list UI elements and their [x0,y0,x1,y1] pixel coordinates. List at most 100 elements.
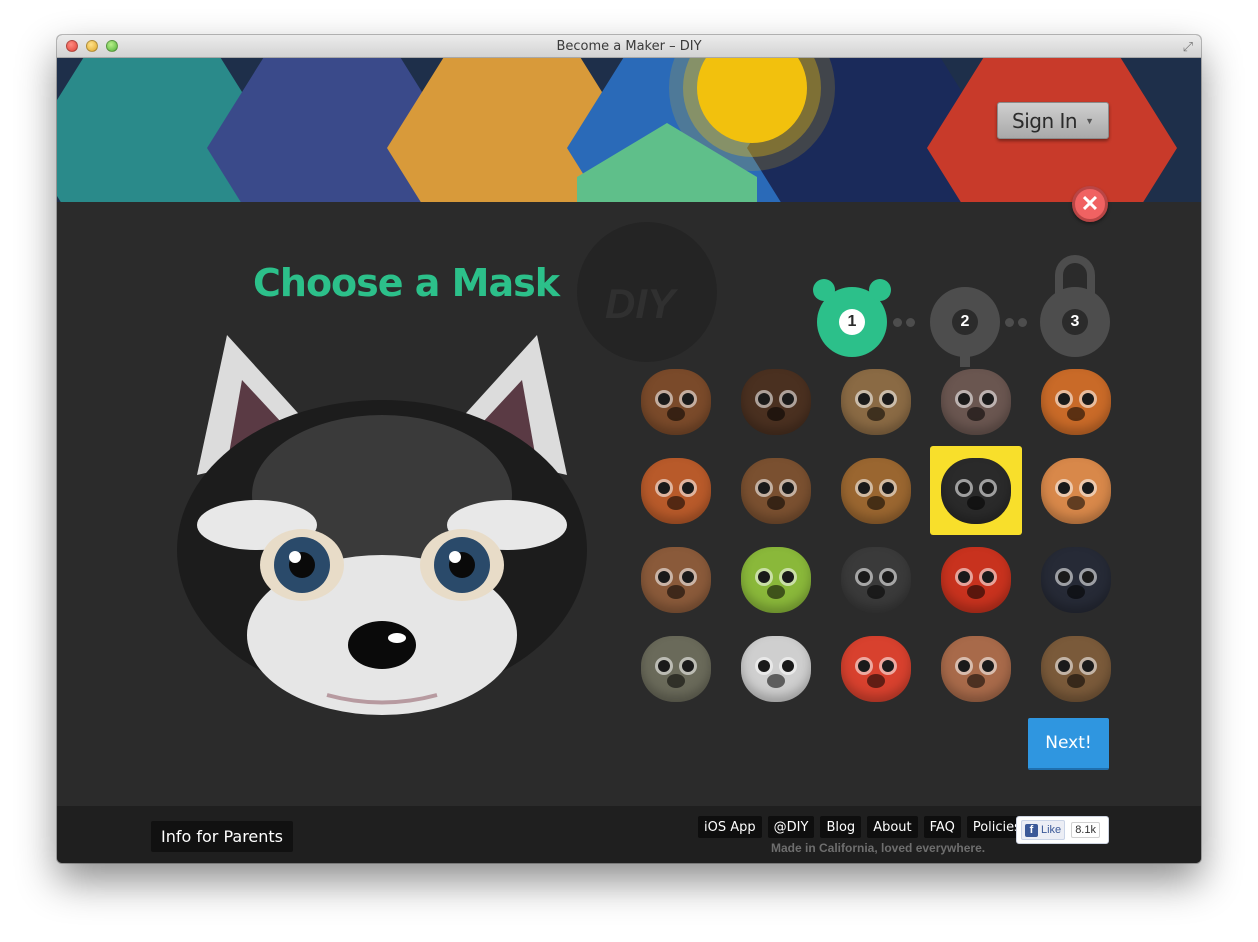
mask-snout [667,495,685,510]
step-connector [893,318,915,327]
browser-window: Become a Maker – DIY ⤢ Sign In ▼ DIY ✕ C… [57,35,1201,863]
footer-link-ios-app[interactable]: iOS App [698,816,762,838]
frog-mask-icon [1041,457,1111,524]
step-1-number: 1 [839,309,865,335]
footer-link-about[interactable]: About [867,816,918,838]
nose [348,621,416,669]
mask-snout [767,406,785,421]
next-button[interactable]: Next! [1028,718,1109,770]
bison-mask-icon [741,368,811,435]
mask-snout [867,406,885,421]
nose-highlight [388,633,406,643]
facebook-like-count: 8.1k [1071,822,1100,838]
dragon-mask-icon [941,635,1011,702]
bear-ear-icon [869,279,891,301]
mask-grid [630,357,1122,713]
mask-option-bird[interactable] [630,535,722,624]
mask-option-cardinal[interactable] [930,535,1022,624]
page-title: Choose a Mask [253,261,560,305]
mask-snout [967,406,985,421]
mask-option-otter[interactable] [1030,624,1122,713]
owl-mask-icon [841,457,911,524]
step-connector [1005,318,1027,327]
mask-option-fox[interactable] [1030,357,1122,446]
close-modal-button[interactable]: ✕ [1072,186,1108,222]
title-bar: Become a Maker – DIY ⤢ [57,35,1201,58]
right-eye-highlight [449,551,461,563]
mask-option-raccoon[interactable] [930,446,1022,535]
mask-option-falcon[interactable] [630,624,722,713]
mask-snout [867,584,885,599]
fullscreen-icon[interactable]: ⤢ [1183,39,1193,55]
step-3-number: 3 [1062,309,1088,335]
mask-snout [667,673,685,688]
header-banner: Sign In ▼ [57,58,1201,202]
mask-option-parrot[interactable] [730,535,822,624]
mask-snout [967,584,985,599]
ladybug-mask-icon [841,635,911,702]
footer-link-faq[interactable]: FAQ [923,816,961,838]
mask-option-wolf[interactable] [930,357,1022,446]
ant-mask-icon [841,546,911,613]
bear-mask-icon [641,368,711,435]
step-3-indicator: 3 [1040,287,1110,357]
eagle-mask-icon [641,457,711,524]
lynx-mask-icon [841,368,911,435]
bear-ear-icon [813,279,835,301]
mask-option-ladybug[interactable] [830,624,922,713]
mask-snout [767,495,785,510]
mask-snout [667,584,685,599]
footer-link-blog[interactable]: Blog [820,816,862,838]
facebook-like-label: Like [1041,824,1062,836]
mask-snout [867,673,885,688]
chevron-down-icon: ▼ [1085,115,1094,126]
footer-tagline: Made in California, loved everywhere. [771,841,986,855]
facebook-like-widget: f Like 8.1k [1016,816,1109,844]
ferret-mask-icon [741,635,811,702]
mask-snout [967,673,985,688]
fox-mask-icon [1041,368,1111,435]
mask-option-eagle[interactable] [630,446,722,535]
step-2-number: 2 [952,309,978,335]
mask-option-moose[interactable] [730,446,822,535]
cardinal-mask-icon [941,546,1011,613]
mask-option-owl[interactable] [830,446,922,535]
footer: Info for Parents iOS App @DIY Blog About… [57,806,1201,863]
info-for-parents-button[interactable]: Info for Parents [151,821,294,852]
mask-option-lynx[interactable] [830,357,922,446]
otter-mask-icon [1041,635,1111,702]
diy-watermark-text: DIY [605,280,676,327]
bird-mask-icon [641,546,711,613]
mask-option-bear[interactable] [630,357,722,446]
mask-option-frog[interactable] [1030,446,1122,535]
wolf-mask-icon [941,368,1011,435]
mask-snout [667,406,685,421]
step-1-indicator: 1 [813,279,891,357]
mask-option-ant[interactable] [830,535,922,624]
mask-option-bison[interactable] [730,357,822,446]
raven-mask-icon [1041,546,1111,613]
sign-in-label: Sign In [1012,108,1078,133]
falcon-mask-icon [641,635,711,702]
facebook-icon: f [1025,823,1038,837]
step-2-indicator: 2 [930,287,1000,367]
mask-snout [767,673,785,688]
mask-option-dragon[interactable] [930,624,1022,713]
mask-snout [767,584,785,599]
step-progress: 1 2 3 [813,245,1113,367]
mask-snout [1067,584,1085,599]
mask-option-raven[interactable] [1030,535,1122,624]
sign-in-button[interactable]: Sign In ▼ [997,102,1109,139]
raccoon-mask-icon [941,457,1011,524]
selected-mask-preview [177,335,587,715]
mask-snout [1067,495,1085,510]
mask-option-ferret[interactable] [730,624,822,713]
footer-links: iOS App @DIY Blog About FAQ Policies [698,816,1027,838]
mask-snout [1067,406,1085,421]
window-title: Become a Maker – DIY [556,39,702,54]
moose-mask-icon [741,457,811,524]
facebook-like-button[interactable]: f Like [1021,820,1066,840]
footer-link-diy-twitter[interactable]: @DIY [767,816,815,838]
mask-snout [967,495,985,510]
parrot-mask-icon [741,546,811,613]
